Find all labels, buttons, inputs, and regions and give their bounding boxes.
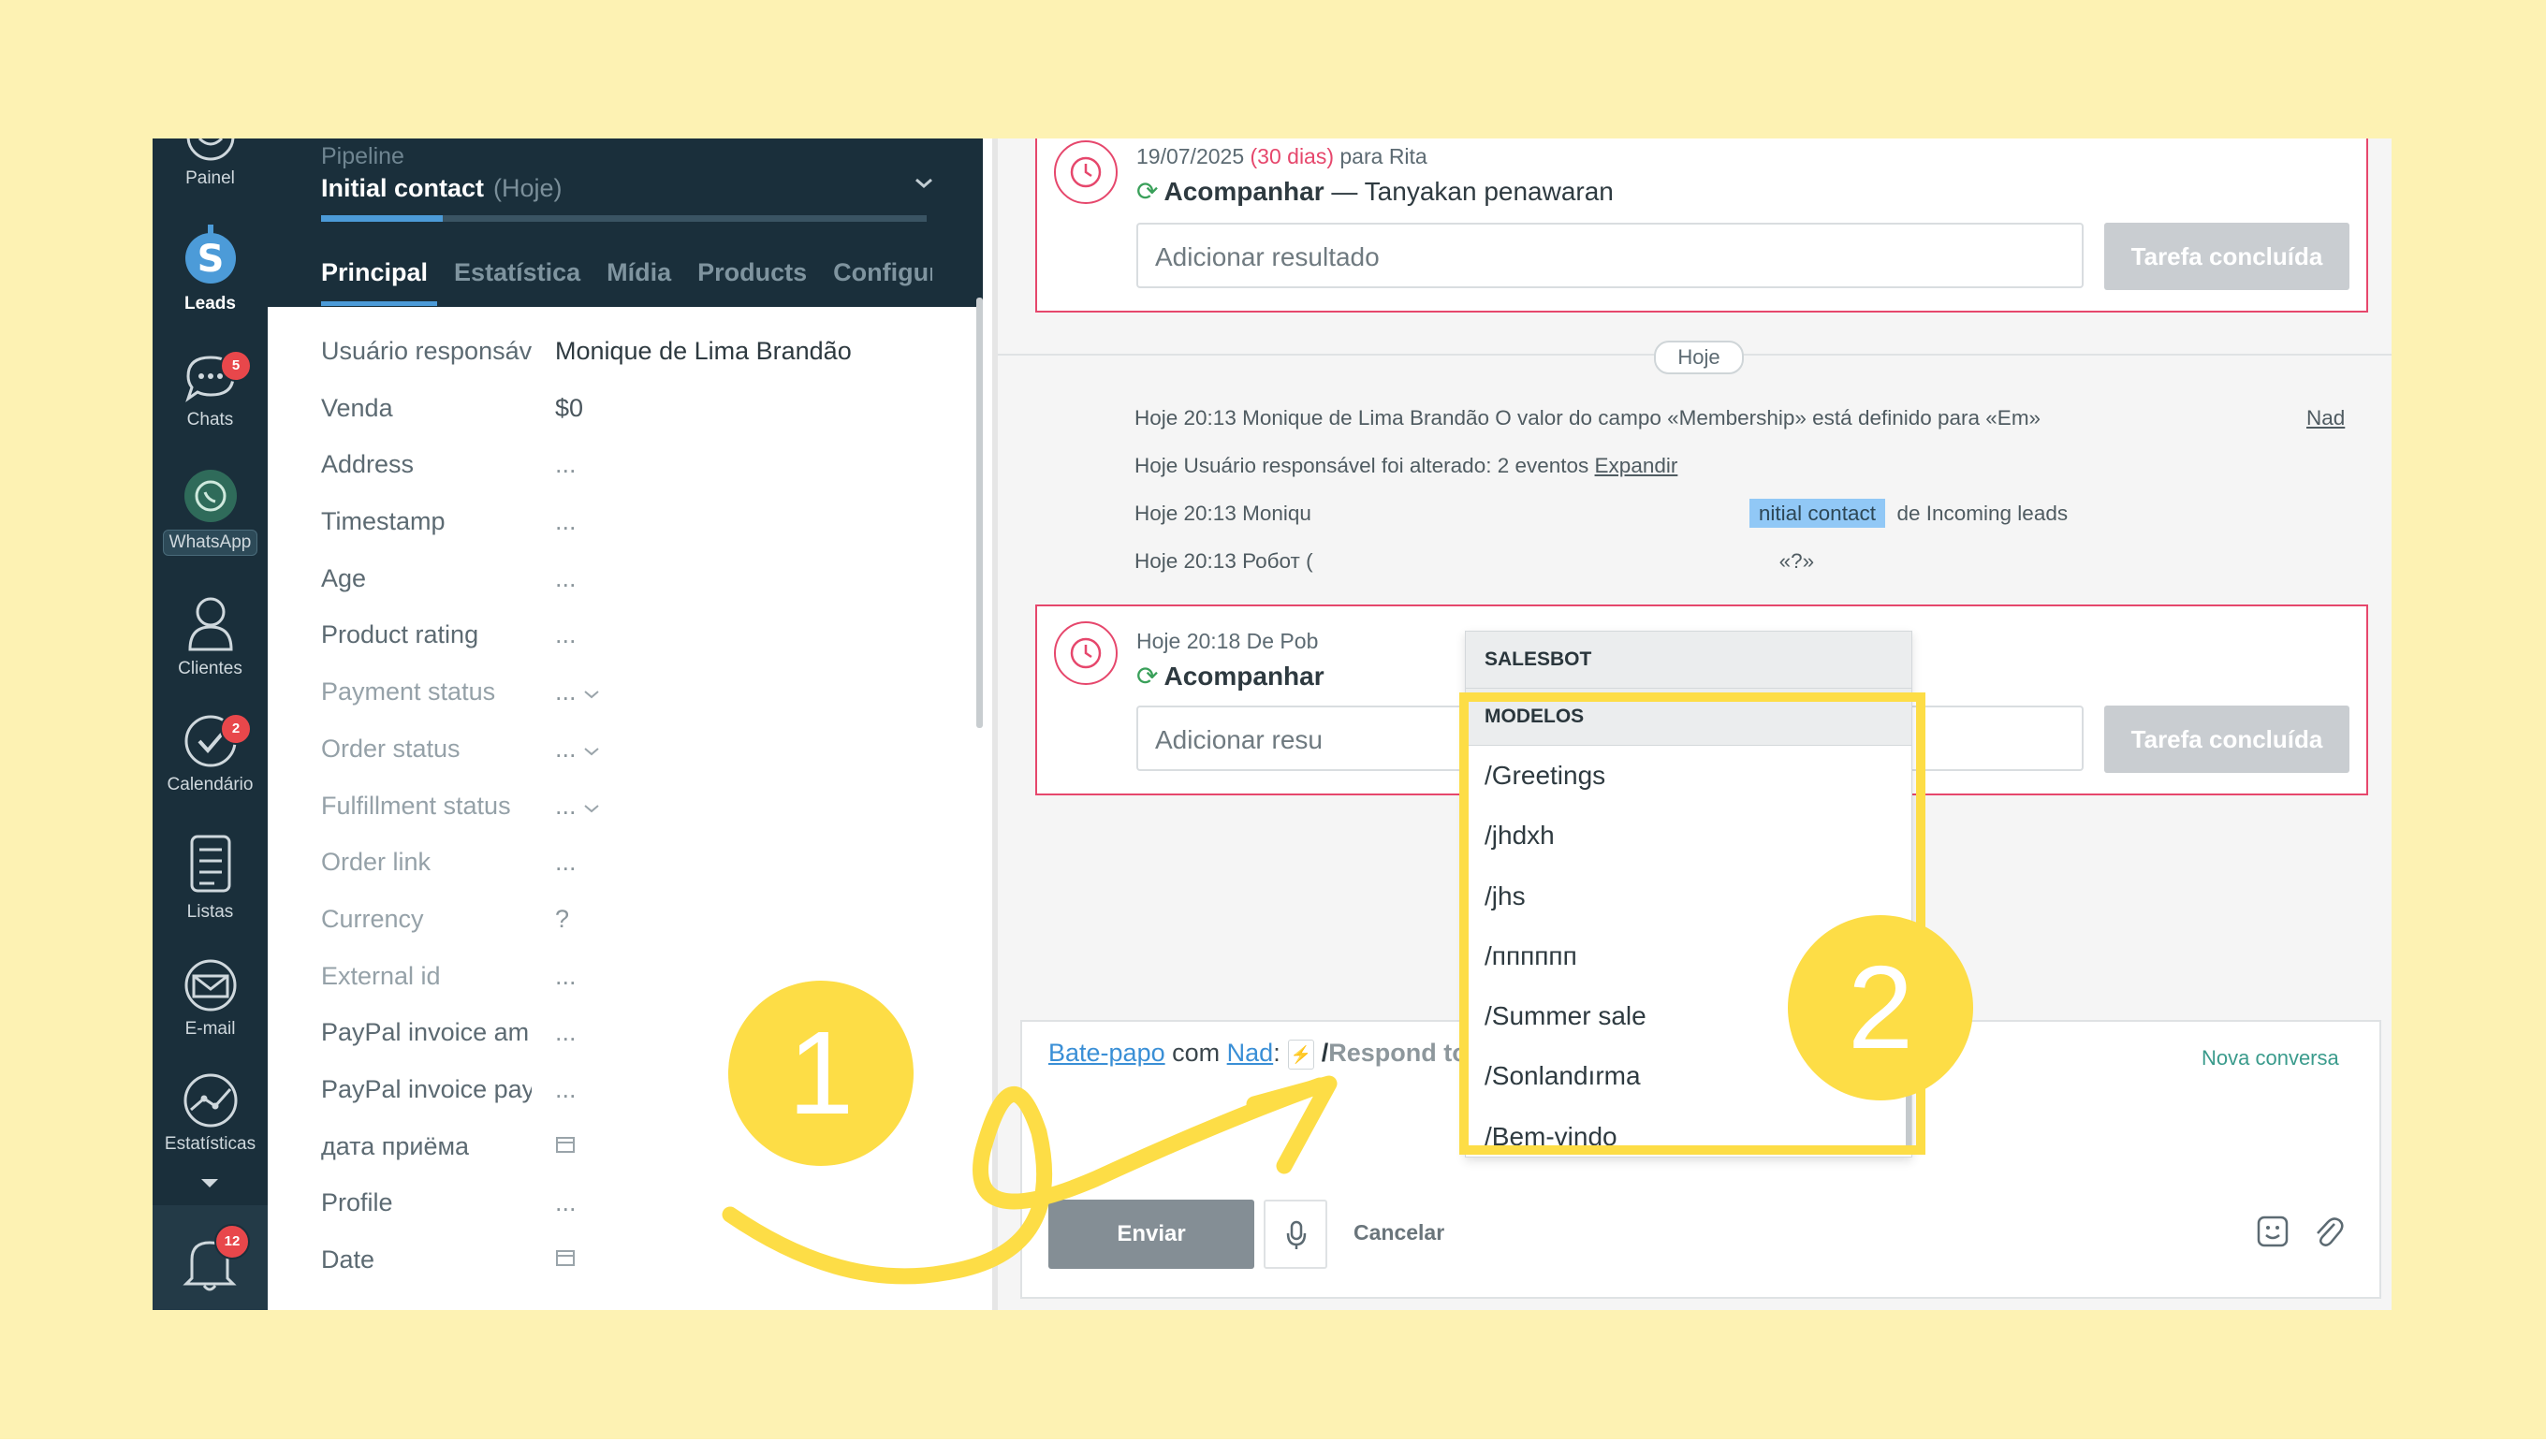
step-2-marker: 2	[1788, 915, 1973, 1100]
step-1-marker: 1	[728, 981, 914, 1166]
annotation-arrow	[722, 1075, 1338, 1285]
